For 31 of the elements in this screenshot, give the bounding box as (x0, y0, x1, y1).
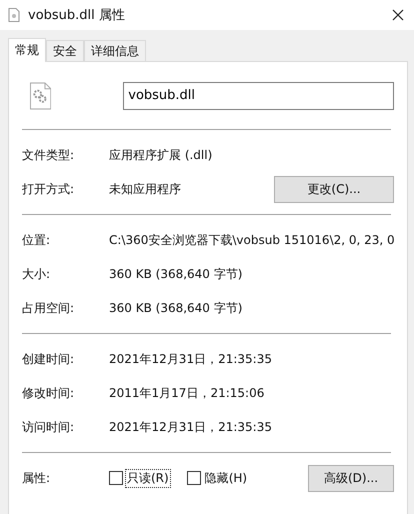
field-value: 未知应用程序 (109, 180, 182, 198)
field-value: 2021年12月31日，21:35:35 (109, 418, 273, 436)
field-value: 360 KB (368,640 字节) (109, 300, 244, 316)
checkbox-label[interactable]: 只读(R) (125, 468, 171, 488)
checkbox-label[interactable]: 隐藏(H) (202, 468, 250, 488)
gear-file-icon (30, 82, 52, 110)
field-label: 创建时间: (22, 350, 76, 368)
field-label: 占用空间: (22, 300, 76, 316)
file-name-field[interactable]: vobsub.dll (123, 82, 394, 110)
field-label: 修改时间: (22, 384, 76, 402)
field-label: 大小: (22, 266, 52, 282)
checkbox[interactable] (109, 471, 123, 485)
tab[interactable]: 详细信息 (84, 40, 146, 61)
change-button[interactable]: 更改(C)... (274, 176, 394, 202)
file-icon (8, 8, 20, 22)
close-icon[interactable] (392, 9, 404, 21)
tab[interactable]: 常规 (8, 38, 46, 62)
field-value: 360 KB (368,640 字节) (109, 266, 244, 282)
field-label: 位置: (22, 232, 52, 248)
field-label: 属性: (22, 470, 52, 486)
advanced-button[interactable]: 高级(D)... (308, 464, 394, 492)
field-label: 访问时间: (22, 418, 76, 436)
checkbox[interactable] (186, 471, 201, 485)
window-title: vobsub.dll 属性 (28, 7, 126, 24)
field-value: C:\360安全浏览器下载\vobsub 151016\2, 0, 23, 0 (109, 232, 395, 248)
field-label: 打开方式: (22, 180, 76, 198)
field-value: 2021年12月31日，21:35:35 (109, 350, 273, 368)
tab[interactable]: 安全 (46, 40, 84, 61)
field-label: 文件类型: (22, 146, 76, 164)
field-value: 2011年1月17日，21:15:06 (109, 384, 266, 402)
field-value: 应用程序扩展 (.dll) (109, 146, 214, 164)
